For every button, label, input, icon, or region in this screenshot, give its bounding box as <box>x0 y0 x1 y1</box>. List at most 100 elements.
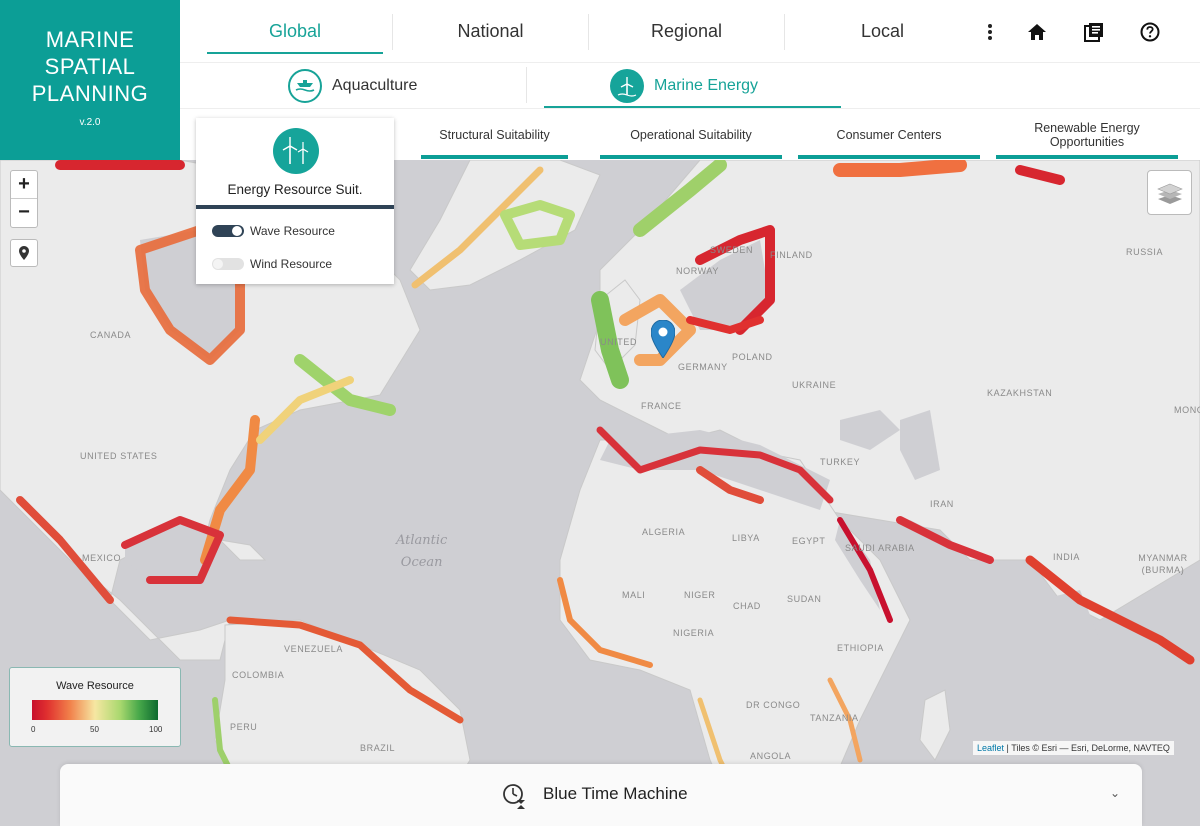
map-label: NORWAY <box>676 266 719 276</box>
map-label: MEXICO <box>82 553 122 563</box>
divider <box>196 205 394 209</box>
tab-local[interactable]: Local <box>785 8 980 54</box>
app-title-line: SPATIAL <box>44 54 136 79</box>
map-label: NIGER <box>684 590 716 600</box>
tab-operational-suitability[interactable]: Operational Suitability <box>592 109 790 161</box>
map-label: TURKEY <box>820 457 861 467</box>
app-version: v.2.0 <box>79 117 101 128</box>
map-label: UNITED STATES <box>80 451 158 461</box>
help-icon[interactable] <box>1138 20 1162 44</box>
map-label: INDIA <box>1053 552 1081 562</box>
tab-label: Renewable Energy Opportunities <box>1034 121 1140 149</box>
tab-indicator <box>996 155 1178 159</box>
divider <box>526 67 527 103</box>
map-label: RUSSIA <box>1126 247 1164 257</box>
time-machine-bar[interactable]: Blue Time Machine ⌄ <box>60 764 1142 826</box>
zoom-in-button[interactable]: + <box>11 171 37 199</box>
sector-nav: Aquaculture Marine Energy <box>180 62 1200 108</box>
sector-aquaculture[interactable]: Aquaculture <box>288 63 417 109</box>
map-label: SWEDEN <box>710 245 754 255</box>
scale-nav: Global National Regional Local <box>180 0 1200 62</box>
zoom-out-button[interactable]: − <box>11 199 37 227</box>
map-label: COLOMBIA <box>232 670 285 680</box>
tab-indicator <box>798 155 980 159</box>
map-label: DR CONGO <box>746 700 801 710</box>
wind-turbine-icon <box>610 69 644 103</box>
map-label: SAUDI ARABIA <box>845 543 915 553</box>
library-icon[interactable] <box>1082 20 1106 44</box>
tab-indicator <box>600 155 782 159</box>
chevron-down-icon[interactable]: ⌄ <box>1110 786 1120 800</box>
layers-icon <box>1156 183 1183 204</box>
leaflet-link[interactable]: Leaflet <box>977 743 1004 753</box>
map-label: SUDAN <box>787 594 822 604</box>
wind-resource-toggle[interactable]: Wind Resource <box>212 257 332 271</box>
toggle-knob <box>232 226 242 236</box>
map-label: GERMANY <box>678 362 728 372</box>
energy-resource-panel: Energy Resource Suit. Wave Resource Wind… <box>196 118 394 284</box>
more-vertical-icon[interactable] <box>978 20 1002 44</box>
map-label: LIBYA <box>732 533 760 543</box>
tab-label: Structural Suitability <box>439 128 550 142</box>
map-label: NIGERIA <box>673 628 715 638</box>
tab-national[interactable]: National <box>393 8 588 54</box>
tab-indicator <box>421 155 568 159</box>
time-machine-label: Blue Time Machine <box>543 784 688 803</box>
panel-title: Energy Resource Suit. <box>227 182 363 197</box>
toggle-knob <box>213 259 223 269</box>
map-label: MYANMAR (BURMA) <box>1138 553 1188 575</box>
legend-tick: 50 <box>90 725 99 734</box>
sector-marine-energy[interactable]: Marine Energy <box>610 63 758 109</box>
tiles-credit: | Tiles © Esri — Esri, DeLorme, NAVTEQ <box>1006 743 1170 753</box>
toggle-label: Wind Resource <box>250 257 333 271</box>
tab-label: Operational Suitability <box>630 128 752 142</box>
zoom-control: + − <box>10 170 38 228</box>
map-label: UNITED KINGDOM <box>600 337 640 347</box>
wind-turbine-icon <box>273 128 319 174</box>
tab-regional[interactable]: Regional <box>589 8 784 54</box>
app-title-line: MARINE <box>45 27 135 52</box>
wave-resource-toggle[interactable]: Wave Resource <box>212 224 335 238</box>
legend-title: Wave Resource <box>56 680 134 692</box>
map-label: VENEZUELA <box>284 644 343 654</box>
ocean-label: Atlantic Ocean <box>396 533 448 570</box>
map-attribution: Leaflet | Tiles © Esri — Esri, DeLorme, … <box>973 741 1174 755</box>
aquaculture-icon <box>288 69 322 103</box>
tab-global[interactable]: Global <box>207 8 383 54</box>
tab-renewable-energy-opportunities[interactable]: Renewable Energy Opportunities <box>988 109 1186 161</box>
map-pin-icon <box>19 246 29 260</box>
sector-label: Marine Energy <box>654 77 759 94</box>
tab-structural-suitability[interactable]: Structural Suitability <box>413 109 576 161</box>
map-label: EGYPT <box>792 536 826 546</box>
map-label: ALGERIA <box>642 527 686 537</box>
toggle-switch[interactable] <box>212 225 244 237</box>
map-label: PERU <box>230 722 258 732</box>
map-label: CHAD <box>733 601 761 611</box>
map-label: MONG <box>1174 405 1200 415</box>
legend-tick: 100 <box>149 725 163 734</box>
map-label: BRAZIL <box>360 743 396 753</box>
map-label: ANGOLA <box>750 751 792 761</box>
home-icon[interactable] <box>1025 20 1049 44</box>
toggle-switch[interactable] <box>212 258 244 270</box>
map-label: FINLAND <box>770 250 813 260</box>
legend-gradient <box>32 700 158 720</box>
map-label: FRANCE <box>641 401 682 411</box>
map-label: MALI <box>622 590 646 600</box>
toggle-label: Wave Resource <box>250 224 335 238</box>
map-label: POLAND <box>732 352 773 362</box>
map-label: IRAN <box>930 499 954 509</box>
time-machine-icon <box>500 782 528 815</box>
map-legend: Wave Resource 0 50 100 <box>9 667 181 747</box>
map-label: UKRAINE <box>792 380 837 390</box>
locate-button[interactable] <box>10 239 38 267</box>
sector-label: Aquaculture <box>332 77 418 94</box>
app-title-line: PLANNING <box>31 81 149 106</box>
tab-consumer-centers[interactable]: Consumer Centers <box>790 109 988 161</box>
app-logo[interactable]: MARINE SPATIAL PLANNING v.2.0 <box>0 0 180 160</box>
map-label: TANZANIA <box>810 713 859 723</box>
legend-tick: 0 <box>31 725 36 734</box>
app-root: Atlantic Ocean CANADA UNITED STATES MEXIC… <box>0 0 1200 826</box>
map-label: ETHIOPIA <box>837 643 884 653</box>
layers-button[interactable] <box>1147 170 1192 215</box>
